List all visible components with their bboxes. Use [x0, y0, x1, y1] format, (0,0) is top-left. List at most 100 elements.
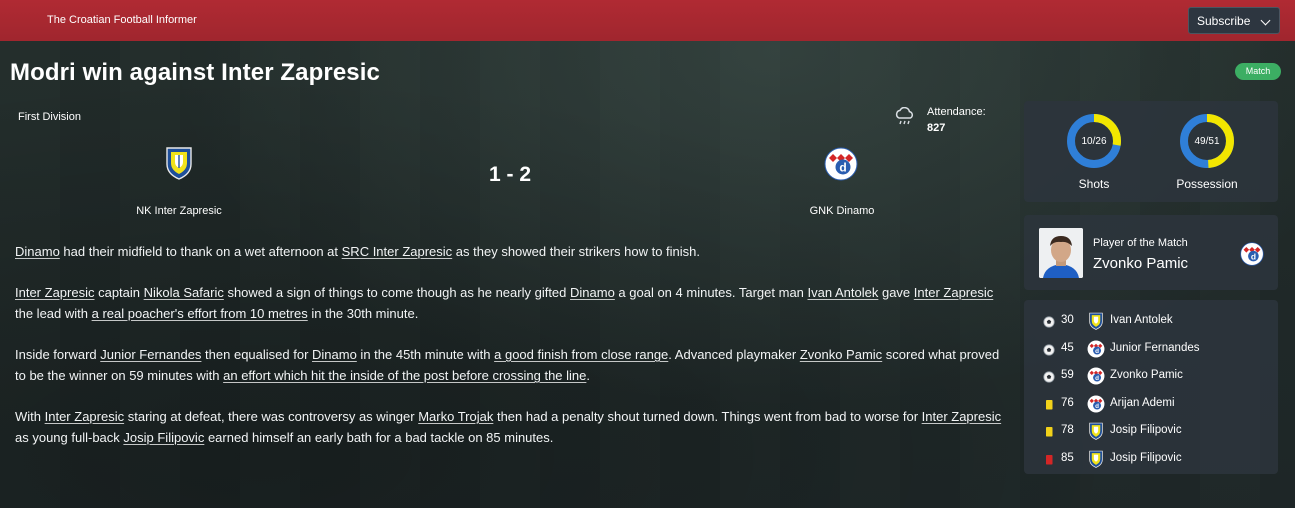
report-link[interactable]: Nikola Safaric — [144, 285, 224, 300]
inter-zapresic-crest-icon — [1087, 312, 1105, 330]
event-minute: 59 — [1061, 369, 1074, 381]
report-link[interactable]: Junior Fernandes — [100, 347, 201, 362]
dinamo-crest-icon: d — [1087, 395, 1105, 413]
report-link[interactable]: Marko Trojak — [418, 409, 493, 424]
match-event-row[interactable]: 30 Ivan Antolek — [1024, 307, 1278, 334]
shots-label: Shots — [1078, 177, 1110, 191]
attendance-value: 827 — [927, 122, 946, 134]
event-minute: 85 — [1061, 451, 1074, 464]
report-text: had their midfield to thank on a wet aft… — [59, 244, 342, 259]
report-link[interactable]: an effort which hit the inside of the po… — [223, 368, 586, 383]
report-text: then equalised for — [201, 347, 313, 362]
match-event-row[interactable]: 45 d Junior Fernandes — [1024, 335, 1278, 362]
report-link[interactable]: SRC Inter Zapresic — [342, 244, 453, 259]
report-text: in the 45th minute with — [356, 347, 495, 362]
report-text: showed a sign of things to come though a… — [223, 285, 571, 300]
dinamo-crest-icon: d — [1240, 242, 1264, 266]
inter-zapresic-crest-icon[interactable] — [165, 146, 193, 180]
match-report: Dinamo had their midfield to thank on a … — [15, 241, 1005, 468]
away-team-name[interactable]: GNK Dinamo — [770, 205, 914, 217]
report-link[interactable]: a good finish from close range — [494, 347, 668, 362]
rain-cloud-icon — [895, 107, 913, 125]
report-paragraph: Dinamo had their midfield to thank on a … — [15, 241, 1005, 262]
report-link[interactable]: a real poacher's effort from 10 metres — [92, 306, 308, 321]
football-icon — [1043, 315, 1055, 328]
article-headline: Modri win against Inter Zapresic — [10, 59, 380, 86]
football-icon — [1043, 343, 1055, 356]
report-link[interactable]: Dinamo — [15, 244, 60, 259]
subscribe-label: Subscribe — [1197, 13, 1251, 28]
report-text: the lead with — [15, 306, 92, 321]
competition-link[interactable]: First Division — [18, 111, 81, 123]
event-player-name[interactable]: Josip Filipovic — [1110, 424, 1182, 436]
player-of-match-title: Player of the Match — [1093, 237, 1188, 249]
dinamo-crest-icon: d — [1087, 340, 1105, 358]
event-minute: 30 — [1061, 314, 1074, 326]
report-text: gave — [878, 285, 914, 300]
match-stats-panel: 10/26 Shots 49/51 Possession — [1024, 101, 1278, 202]
player-of-match-name[interactable]: Zvonko Pamic — [1093, 255, 1188, 272]
report-text: staring at defeat, there was controversy… — [124, 409, 419, 424]
chevron-down-icon — [1260, 15, 1271, 26]
match-tag-badge: Match — [1235, 63, 1281, 80]
report-link[interactable]: Zvonko Pamic — [800, 347, 882, 362]
event-minute: 45 — [1061, 341, 1074, 354]
event-player-name[interactable]: Zvonko Pamic — [1110, 369, 1183, 381]
possession-label: Possession — [1176, 177, 1238, 191]
match-score: 1 - 2 — [488, 163, 532, 186]
home-team-name[interactable]: NK Inter Zapresic — [100, 205, 258, 217]
yellow-card-icon — [1043, 398, 1055, 410]
subscribe-dropdown[interactable]: Subscribe — [1188, 7, 1280, 34]
inter-zapresic-crest-icon — [1087, 422, 1105, 440]
red-card-icon — [1043, 453, 1055, 465]
yellow-card-icon — [1043, 425, 1055, 437]
event-player-name[interactable]: Ivan Antolek — [1110, 314, 1173, 326]
report-link[interactable]: Inter Zapresic — [922, 409, 1001, 424]
match-events-panel: 30 Ivan Antolek 45 d Junior Fernandes 59 d Zvon… — [1024, 300, 1278, 474]
report-link[interactable]: Inter Zapresic — [45, 409, 124, 424]
report-text: captain — [94, 285, 144, 300]
report-text: . Advanced playmaker — [668, 347, 800, 362]
event-player-name[interactable]: Junior Fernandes — [1110, 342, 1200, 354]
report-text: then had a penalty shout turned down. Th… — [493, 409, 922, 424]
report-text: earned himself an early bath for a bad t… — [204, 430, 554, 445]
report-text: as young full-back — [15, 430, 124, 445]
dinamo-crest-icon: d — [1087, 367, 1105, 385]
publisher-name: The Croatian Football Informer — [47, 14, 197, 26]
report-link[interactable]: Inter Zapresic — [914, 285, 993, 300]
report-text: With — [15, 409, 45, 424]
event-minute: 76 — [1061, 396, 1074, 409]
publication-banner: The Croatian Football Informer Subscribe — [0, 0, 1295, 41]
match-event-row[interactable]: 76 d Arijan Ademi — [1024, 390, 1278, 417]
report-link[interactable]: Dinamo — [570, 285, 615, 300]
report-text: in the 30th minute. — [307, 306, 419, 321]
attendance-label: Attendance: — [927, 106, 986, 118]
match-event-row[interactable]: 85 Josip Filipovic — [1024, 445, 1278, 472]
report-text: Inside forward — [15, 347, 101, 362]
event-player-name[interactable]: Arijan Ademi — [1110, 397, 1175, 409]
svg-text:d: d — [839, 161, 846, 175]
shots-value: 10/26 — [1081, 136, 1107, 147]
player-of-match-panel[interactable]: Player of the Match Zvonko Pamic d — [1024, 215, 1278, 290]
event-minute: 78 — [1061, 424, 1074, 436]
svg-text:d: d — [1095, 402, 1099, 409]
svg-text:d: d — [1095, 347, 1099, 354]
report-link[interactable]: Josip Filipovic — [123, 430, 204, 445]
report-text: as they showed their strikers how to fin… — [452, 244, 701, 259]
player-photo[interactable] — [1039, 228, 1083, 278]
possession-value: 49/51 — [1194, 136, 1220, 147]
report-paragraph: Inter Zapresic captain Nikola Safaric sh… — [15, 282, 1005, 324]
football-icon — [1043, 370, 1055, 383]
dinamo-crest-icon[interactable]: d — [824, 147, 858, 181]
event-player-name[interactable]: Josip Filipovic — [1110, 452, 1182, 464]
report-text: a goal on 4 minutes. Target man — [614, 285, 808, 300]
report-paragraph: Inside forward Junior Fernandes then equ… — [15, 344, 1005, 386]
svg-text:d: d — [1251, 251, 1256, 261]
match-event-row[interactable]: 59 d Zvonko Pamic — [1024, 362, 1278, 389]
report-link[interactable]: Inter Zapresic — [15, 285, 94, 300]
inter-zapresic-crest-icon — [1087, 450, 1105, 468]
svg-text:d: d — [1095, 375, 1099, 382]
match-event-row[interactable]: 78 Josip Filipovic — [1024, 417, 1278, 444]
report-link[interactable]: Dinamo — [312, 347, 357, 362]
report-link[interactable]: Ivan Antolek — [808, 285, 879, 300]
